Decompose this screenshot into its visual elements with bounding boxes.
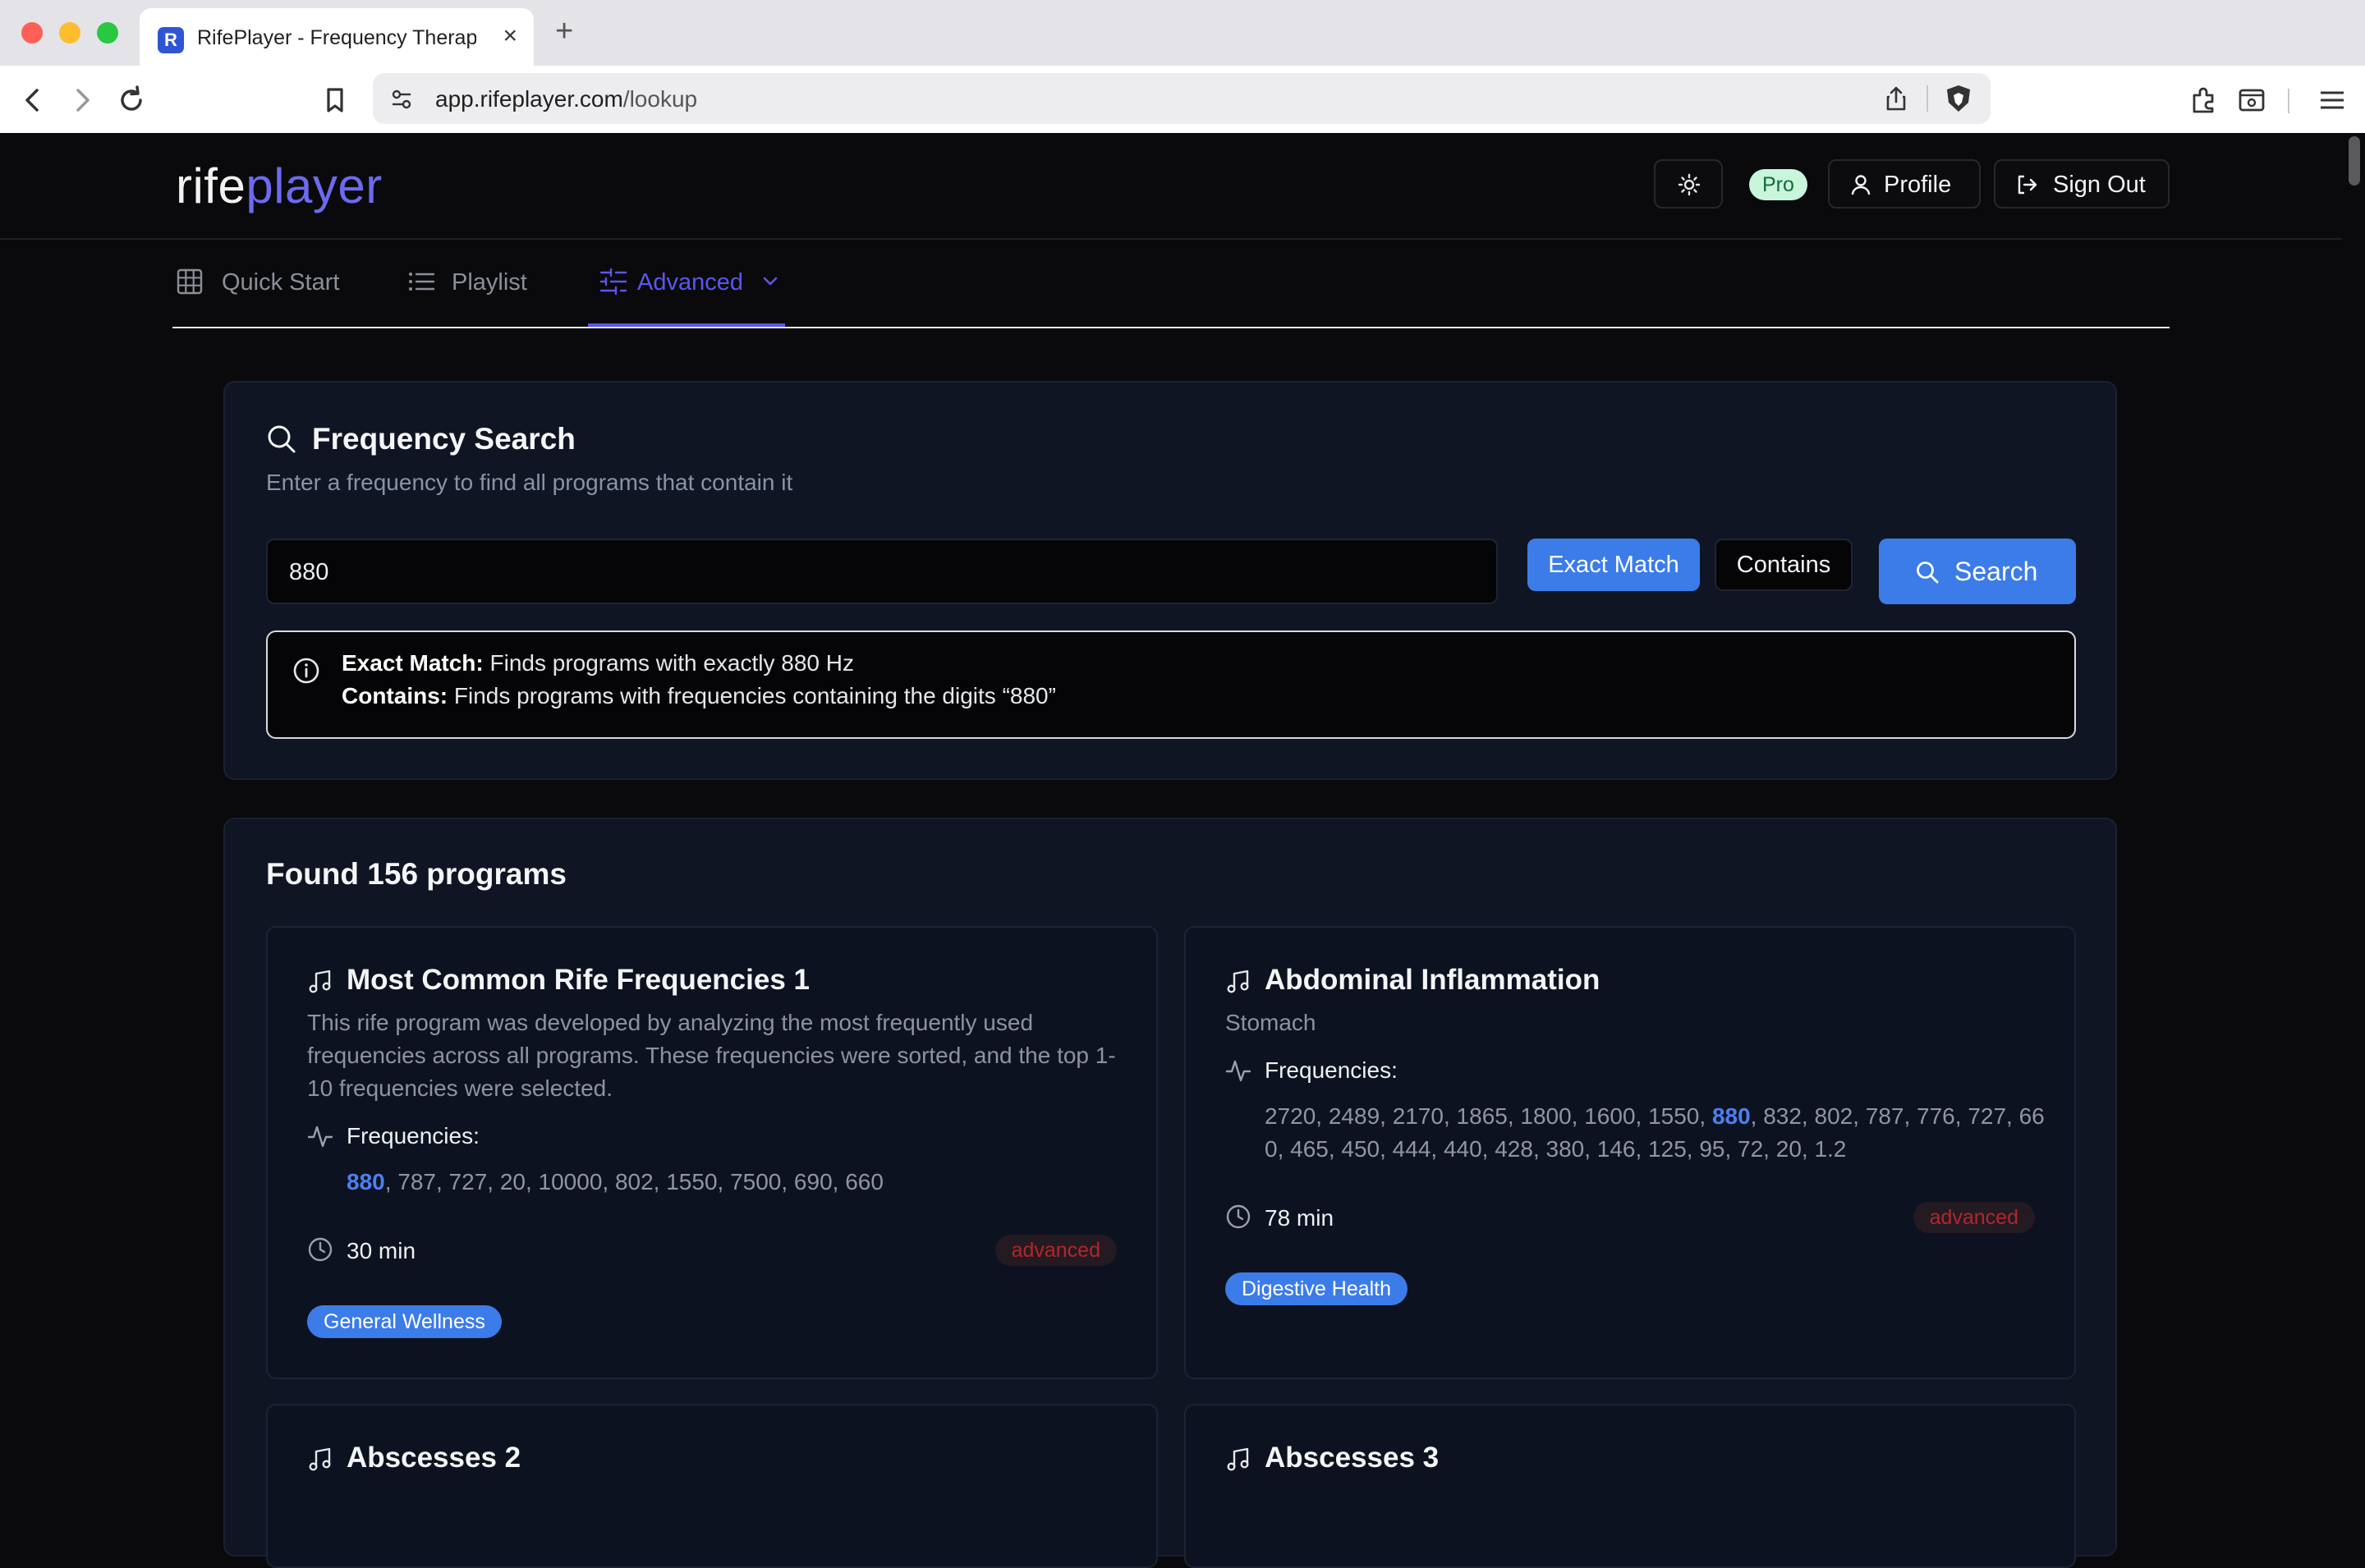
favicon-icon: R xyxy=(158,27,184,53)
app-header: rifeplayer Pro Profile Sign Out xyxy=(0,133,2342,240)
clock-icon xyxy=(1226,1204,1251,1229)
back-icon[interactable] xyxy=(16,84,49,117)
frequencies-list: 2720, 2489, 2170, 1865, 1800, 1600, 1550… xyxy=(1265,1103,2045,1162)
program-duration: 30 min xyxy=(347,1238,416,1263)
pro-badge: Pro xyxy=(1749,169,1807,200)
frequencies-label: Frequencies: xyxy=(1265,1057,1398,1083)
program-card[interactable]: Most Common Rife Frequencies 1 This rife… xyxy=(266,926,1158,1379)
app-viewport: rifeplayer Pro Profile Sign Out Quick St… xyxy=(0,133,2342,1568)
list-icon xyxy=(409,273,435,291)
chevron-down-icon xyxy=(763,277,778,286)
level-badge: advanced xyxy=(994,1235,1117,1266)
profile-button[interactable]: Profile xyxy=(1828,159,1981,209)
level-badge: advanced xyxy=(1913,1202,2035,1233)
address-bar[interactable]: app.rifeplayer.com/lookup xyxy=(373,73,1991,124)
user-icon xyxy=(1851,175,1871,195)
results-panel: Found 156 programs Most Common Rife Freq… xyxy=(223,818,2117,1568)
browser-tab[interactable]: R RifePlayer - Frequency Therapy × xyxy=(140,8,534,66)
activity-icon xyxy=(1225,1060,1251,1082)
toolbar-divider xyxy=(2288,89,2289,113)
program-card[interactable]: Abdominal Inflammation Stomach Frequenci… xyxy=(1184,926,2076,1379)
search-subtitle: Enter a frequency to find all programs t… xyxy=(266,470,793,495)
window-zoom-button[interactable] xyxy=(97,22,118,44)
frequencies-label: Frequencies: xyxy=(347,1123,480,1148)
search-button[interactable]: Search xyxy=(1879,539,2076,604)
page-scrollbar[interactable] xyxy=(2342,133,2365,1478)
share-icon[interactable] xyxy=(1882,85,1910,112)
program-title[interactable]: Most Common Rife Frequencies 1 xyxy=(347,964,810,997)
browser-tab-strip: R RifePlayer - Frequency Therapy × + xyxy=(0,0,2365,66)
url-text: app.rifeplayer.com/lookup xyxy=(435,86,697,112)
contains-button[interactable]: Contains xyxy=(1715,539,1853,591)
sliders-icon xyxy=(599,268,627,296)
grid-icon xyxy=(177,268,203,295)
info-line-exact: Exact Match: Finds programs with exactly… xyxy=(342,650,854,676)
search-button-label: Search xyxy=(1954,557,2038,586)
music-note-icon xyxy=(309,1447,331,1471)
url-divider xyxy=(1926,85,1928,112)
scrollbar-thumb[interactable] xyxy=(2349,136,2360,186)
program-title[interactable]: Abscesses 2 xyxy=(347,1442,521,1474)
extensions-icon[interactable] xyxy=(2188,84,2220,117)
sign-out-label: Sign Out xyxy=(2053,172,2146,198)
results-title: Found 156 programs xyxy=(266,857,567,891)
url-path: /lookup xyxy=(622,86,698,112)
window-minimize-button[interactable] xyxy=(59,22,80,44)
forward-icon[interactable] xyxy=(66,84,99,117)
clock-icon xyxy=(308,1237,333,1262)
tab-title: RifePlayer - Frequency Therapy xyxy=(197,26,476,49)
url-domain: app.rifeplayer.com xyxy=(435,86,623,112)
reload-icon[interactable] xyxy=(115,84,148,117)
search-icon xyxy=(268,425,296,453)
category-tag[interactable]: General Wellness xyxy=(307,1305,502,1338)
info-line-contains: Contains: Finds programs with frequencie… xyxy=(342,683,1056,708)
search-mode-info: Exact Match: Finds programs with exactly… xyxy=(266,630,2076,739)
menu-icon[interactable] xyxy=(2316,84,2349,117)
site-settings-icon[interactable] xyxy=(389,87,414,112)
program-description: This rife program was developed by analy… xyxy=(307,1010,1116,1101)
activity-icon xyxy=(307,1126,333,1148)
reader-mode-icon[interactable] xyxy=(2235,84,2268,117)
frequency-input[interactable] xyxy=(266,539,1498,604)
program-description: Stomach xyxy=(1225,1010,1316,1035)
sun-icon xyxy=(1678,173,1701,196)
program-title[interactable]: Abscesses 3 xyxy=(1265,1442,1439,1474)
main-nav: Quick Start Playlist Advanced xyxy=(172,238,2170,328)
frequency-highlight: 880 xyxy=(1711,1103,1751,1129)
frequencies-list: 880, 787, 727, 20, 10000, 802, 1550, 750… xyxy=(347,1169,884,1194)
theme-toggle-button[interactable] xyxy=(1654,159,1723,209)
new-tab-button[interactable]: + xyxy=(555,13,573,49)
program-title[interactable]: Abdominal Inflammation xyxy=(1265,964,1600,997)
profile-label: Profile xyxy=(1884,172,1952,198)
program-card[interactable]: Abscesses 2 xyxy=(266,1404,1158,1568)
logo[interactable]: rifeplayer xyxy=(176,158,383,214)
sign-out-button[interactable]: Sign Out xyxy=(1994,159,2170,209)
bookmark-icon[interactable] xyxy=(319,84,351,117)
info-icon xyxy=(293,658,319,684)
search-icon xyxy=(1917,562,1939,584)
window-close-button[interactable] xyxy=(21,22,43,44)
tab-advanced[interactable]: Advanced xyxy=(588,238,785,327)
frequency-search-panel: Frequency Search Enter a frequency to fi… xyxy=(223,381,2117,780)
tab-quick-start[interactable]: Quick Start xyxy=(176,238,348,327)
frequency-input-field[interactable] xyxy=(287,540,1440,604)
tab-close-icon[interactable]: × xyxy=(503,21,517,51)
program-duration: 78 min xyxy=(1265,1205,1334,1231)
music-note-icon xyxy=(1227,1447,1249,1471)
program-card[interactable]: Abscesses 3 xyxy=(1184,1404,2076,1568)
sign-out-icon xyxy=(2018,175,2037,195)
category-tag[interactable]: Digestive Health xyxy=(1225,1272,1408,1305)
search-title: Frequency Search xyxy=(312,422,576,456)
tab-playlist[interactable]: Playlist xyxy=(407,238,547,327)
brave-shield-icon[interactable] xyxy=(1943,83,1974,114)
exact-match-button[interactable]: Exact Match xyxy=(1527,539,1700,591)
browser-toolbar: app.rifeplayer.com/lookup xyxy=(0,66,2365,134)
music-note-icon xyxy=(1227,970,1249,993)
music-note-icon xyxy=(309,970,331,993)
frequency-highlight: 880 xyxy=(347,1169,385,1194)
